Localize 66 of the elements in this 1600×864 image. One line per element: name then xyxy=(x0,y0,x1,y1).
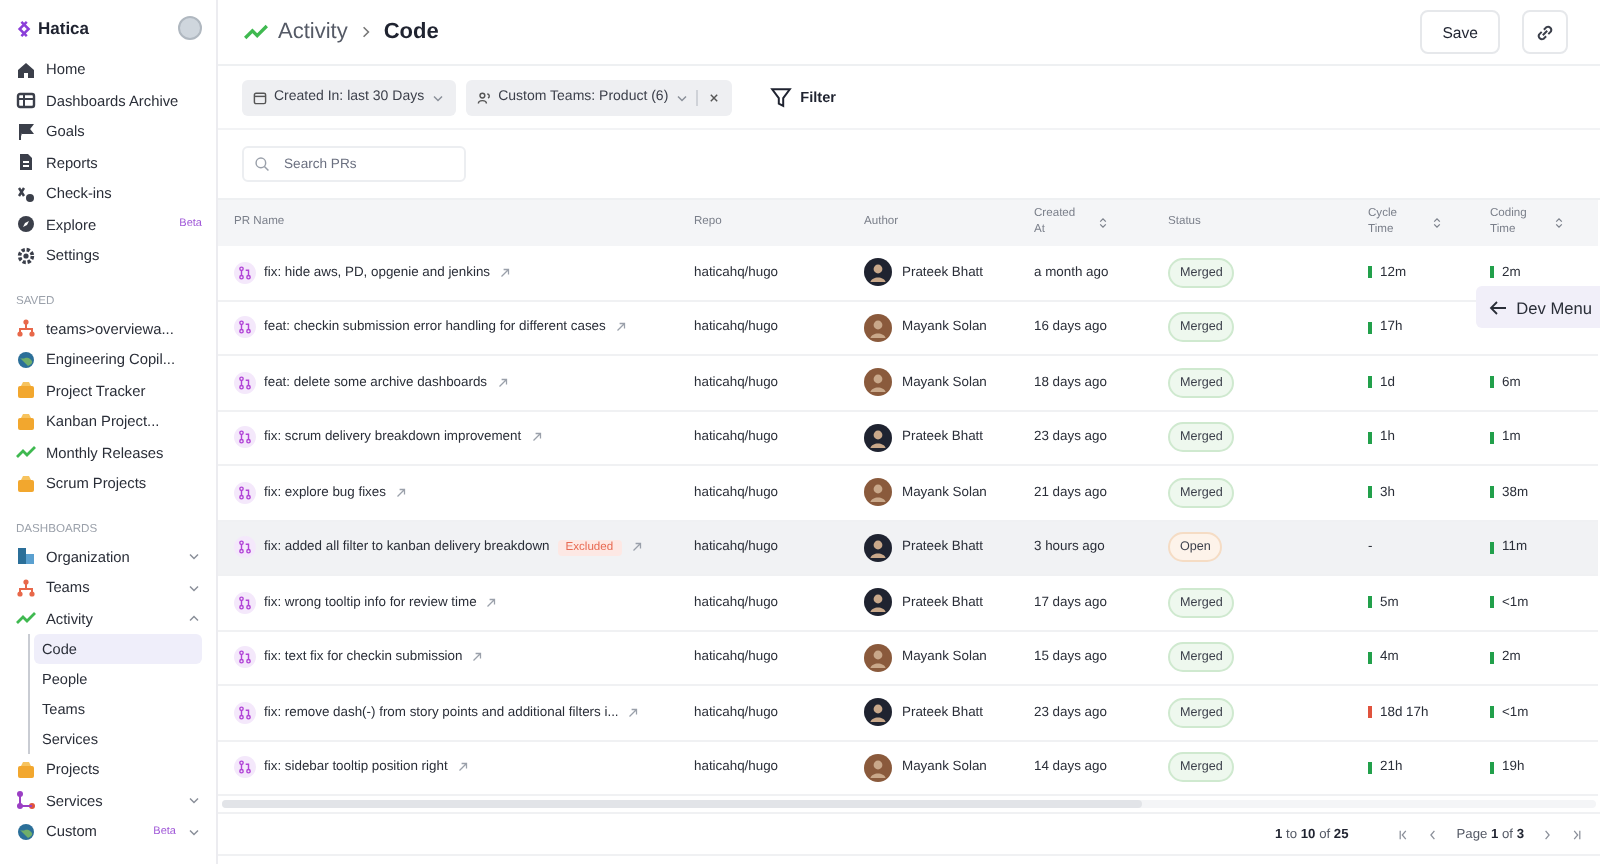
sort-icon xyxy=(1096,216,1110,230)
arrow-left-icon xyxy=(1488,297,1509,317)
link-icon xyxy=(1534,21,1556,43)
external-link-icon xyxy=(455,760,470,775)
document-icon xyxy=(16,152,36,173)
user-avatar[interactable] xyxy=(178,16,202,40)
external-link-icon xyxy=(495,375,510,390)
previous-page-button[interactable] xyxy=(1426,827,1441,841)
last-page-button[interactable] xyxy=(1570,827,1584,841)
breadcrumb-link[interactable]: Activity xyxy=(278,20,348,44)
last-page-button-icon xyxy=(1570,827,1584,841)
next-page-button[interactable] xyxy=(1540,827,1554,841)
pull-request-icon xyxy=(238,320,252,335)
pull-request-icon xyxy=(238,760,252,775)
external-link-icon xyxy=(613,320,628,335)
pull-request-icon xyxy=(238,650,252,665)
brand-name: Hatica xyxy=(38,18,90,38)
chevron-right-icon xyxy=(357,24,374,40)
crate-icon xyxy=(16,380,36,401)
sort-icon xyxy=(1430,216,1444,230)
dev-menu-button[interactable]: Dev Menu xyxy=(1476,286,1600,328)
external-link-icon xyxy=(470,650,485,665)
home-icon xyxy=(16,59,36,80)
copy-link-button[interactable] xyxy=(1522,10,1568,54)
compass-icon xyxy=(16,214,36,235)
external-link-icon xyxy=(498,265,513,280)
calendar-icon xyxy=(252,89,268,105)
pull-request-icon xyxy=(238,265,252,280)
trend-icon xyxy=(244,20,268,44)
search-icon xyxy=(254,156,270,172)
external-link-icon xyxy=(484,595,499,610)
pull-request-icon xyxy=(238,595,252,610)
pull-request-icon xyxy=(238,705,252,720)
previous-page-button-icon xyxy=(1426,827,1441,841)
nodes-icon xyxy=(16,790,36,811)
external-link-icon xyxy=(626,705,641,720)
pull-request-icon xyxy=(238,540,252,555)
flag-icon xyxy=(16,121,36,142)
globe-icon xyxy=(16,821,36,842)
trend-icon xyxy=(16,442,36,463)
sort-icon xyxy=(1552,216,1566,230)
archive-icon xyxy=(16,90,36,111)
close-icon xyxy=(706,89,723,105)
hierarchy-icon xyxy=(16,577,36,598)
settings-icon xyxy=(16,245,36,266)
external-link-icon xyxy=(529,430,544,445)
external-link-icon xyxy=(629,540,644,555)
hierarchy-icon xyxy=(16,318,36,339)
logo-icon xyxy=(16,19,34,37)
globe-icon xyxy=(16,349,36,370)
external-link-icon xyxy=(393,485,408,500)
first-page-button[interactable] xyxy=(1396,827,1411,841)
page-title: Code xyxy=(383,20,439,44)
pull-request-icon xyxy=(238,485,252,500)
next-page-button-icon xyxy=(1540,827,1554,841)
first-page-button-icon xyxy=(1396,827,1411,841)
crate-icon xyxy=(16,759,36,780)
pull-request-icon xyxy=(238,375,252,390)
chevron-up-icon xyxy=(186,610,202,627)
trend-icon xyxy=(16,608,36,629)
building-icon xyxy=(16,546,36,567)
filter-icon xyxy=(770,86,793,108)
crate-icon xyxy=(16,411,36,432)
pull-request-icon xyxy=(238,430,252,445)
people-icon xyxy=(476,89,493,105)
crate-icon xyxy=(16,473,36,494)
